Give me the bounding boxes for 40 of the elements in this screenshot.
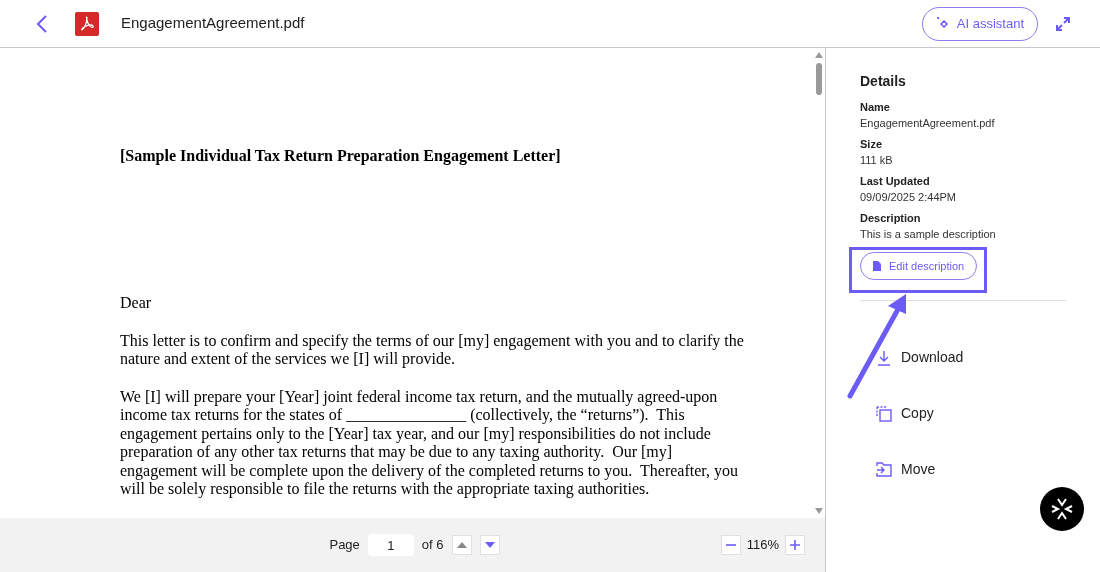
scroll-down-icon[interactable]: [815, 508, 823, 514]
document-paragraph: Dear: [120, 294, 153, 313]
field-label: Size: [860, 137, 883, 152]
download-icon: [877, 349, 891, 366]
scrollbar-thumb[interactable]: [816, 63, 822, 95]
field-value: This is a sample description: [860, 227, 997, 242]
field-value: 111 kB: [860, 153, 894, 168]
action-button[interactable]: Copy: [876, 403, 934, 424]
sparkle-icon: [935, 17, 949, 30]
field-label: Description: [860, 211, 922, 226]
document-icon: [873, 261, 881, 271]
document-paragraph: This letter is to confirm and specify the terms of our [my] engagement with you and to clarify the nature and extent of the services we [I] will provide.: [120, 331, 745, 369]
action-button[interactable]: Move: [876, 459, 936, 480]
zoom-level: 116%: [746, 536, 779, 555]
copy-icon: [876, 405, 892, 422]
expand-button[interactable]: [1054, 14, 1072, 33]
page-label: Page: [329, 536, 360, 555]
document-paragraph: We [I] will prepare your [Year] joint federal income tax return, and the mutually agreed-upon income tax returns for the states of _______________ (collectively, the “returns”). This engagement pertains only to the [Year] tax year, and our [my] responsibilities do not include preparation of any other tax returns that may be due to any taxing authority. Our [my] engagement will be complete upon the delivery of the completed returns to you. Thereafter, you will be solely responsible to file the returns with the appropriate taxing authorities.: [120, 387, 739, 499]
details-title: Details: [860, 72, 907, 91]
zoom-in-button[interactable]: [785, 535, 805, 555]
field-value: 09/09/2025 2:44PM: [860, 190, 958, 205]
folder-arrow-icon: [876, 462, 892, 477]
pdf-file-icon: [75, 11, 99, 36]
down-triangle-icon: [484, 542, 495, 548]
field-label: Last Updated: [860, 174, 931, 189]
action-button[interactable]: Download: [876, 347, 964, 368]
file-title: EngagementAgreement.pdf: [121, 13, 305, 34]
field-label: Name: [860, 100, 891, 115]
plus-icon: [790, 540, 800, 550]
page-count: of 6: [421, 536, 444, 555]
arrows-inward-icon: [1050, 497, 1074, 521]
up-triangle-icon: [456, 542, 467, 548]
zoom-out-button[interactable]: [720, 535, 741, 555]
next-page-button[interactable]: [479, 535, 500, 555]
minus-icon: [725, 544, 736, 546]
field-value: EngagementAgreement.pdf: [860, 116, 996, 131]
scroll-up-icon[interactable]: [815, 52, 823, 58]
document-heading: [Sample Individual Tax Return Preparation Engagement Letter]: [120, 146, 562, 167]
page-number-field[interactable]: 1: [367, 534, 414, 556]
assistant-fab[interactable]: [1040, 487, 1084, 531]
